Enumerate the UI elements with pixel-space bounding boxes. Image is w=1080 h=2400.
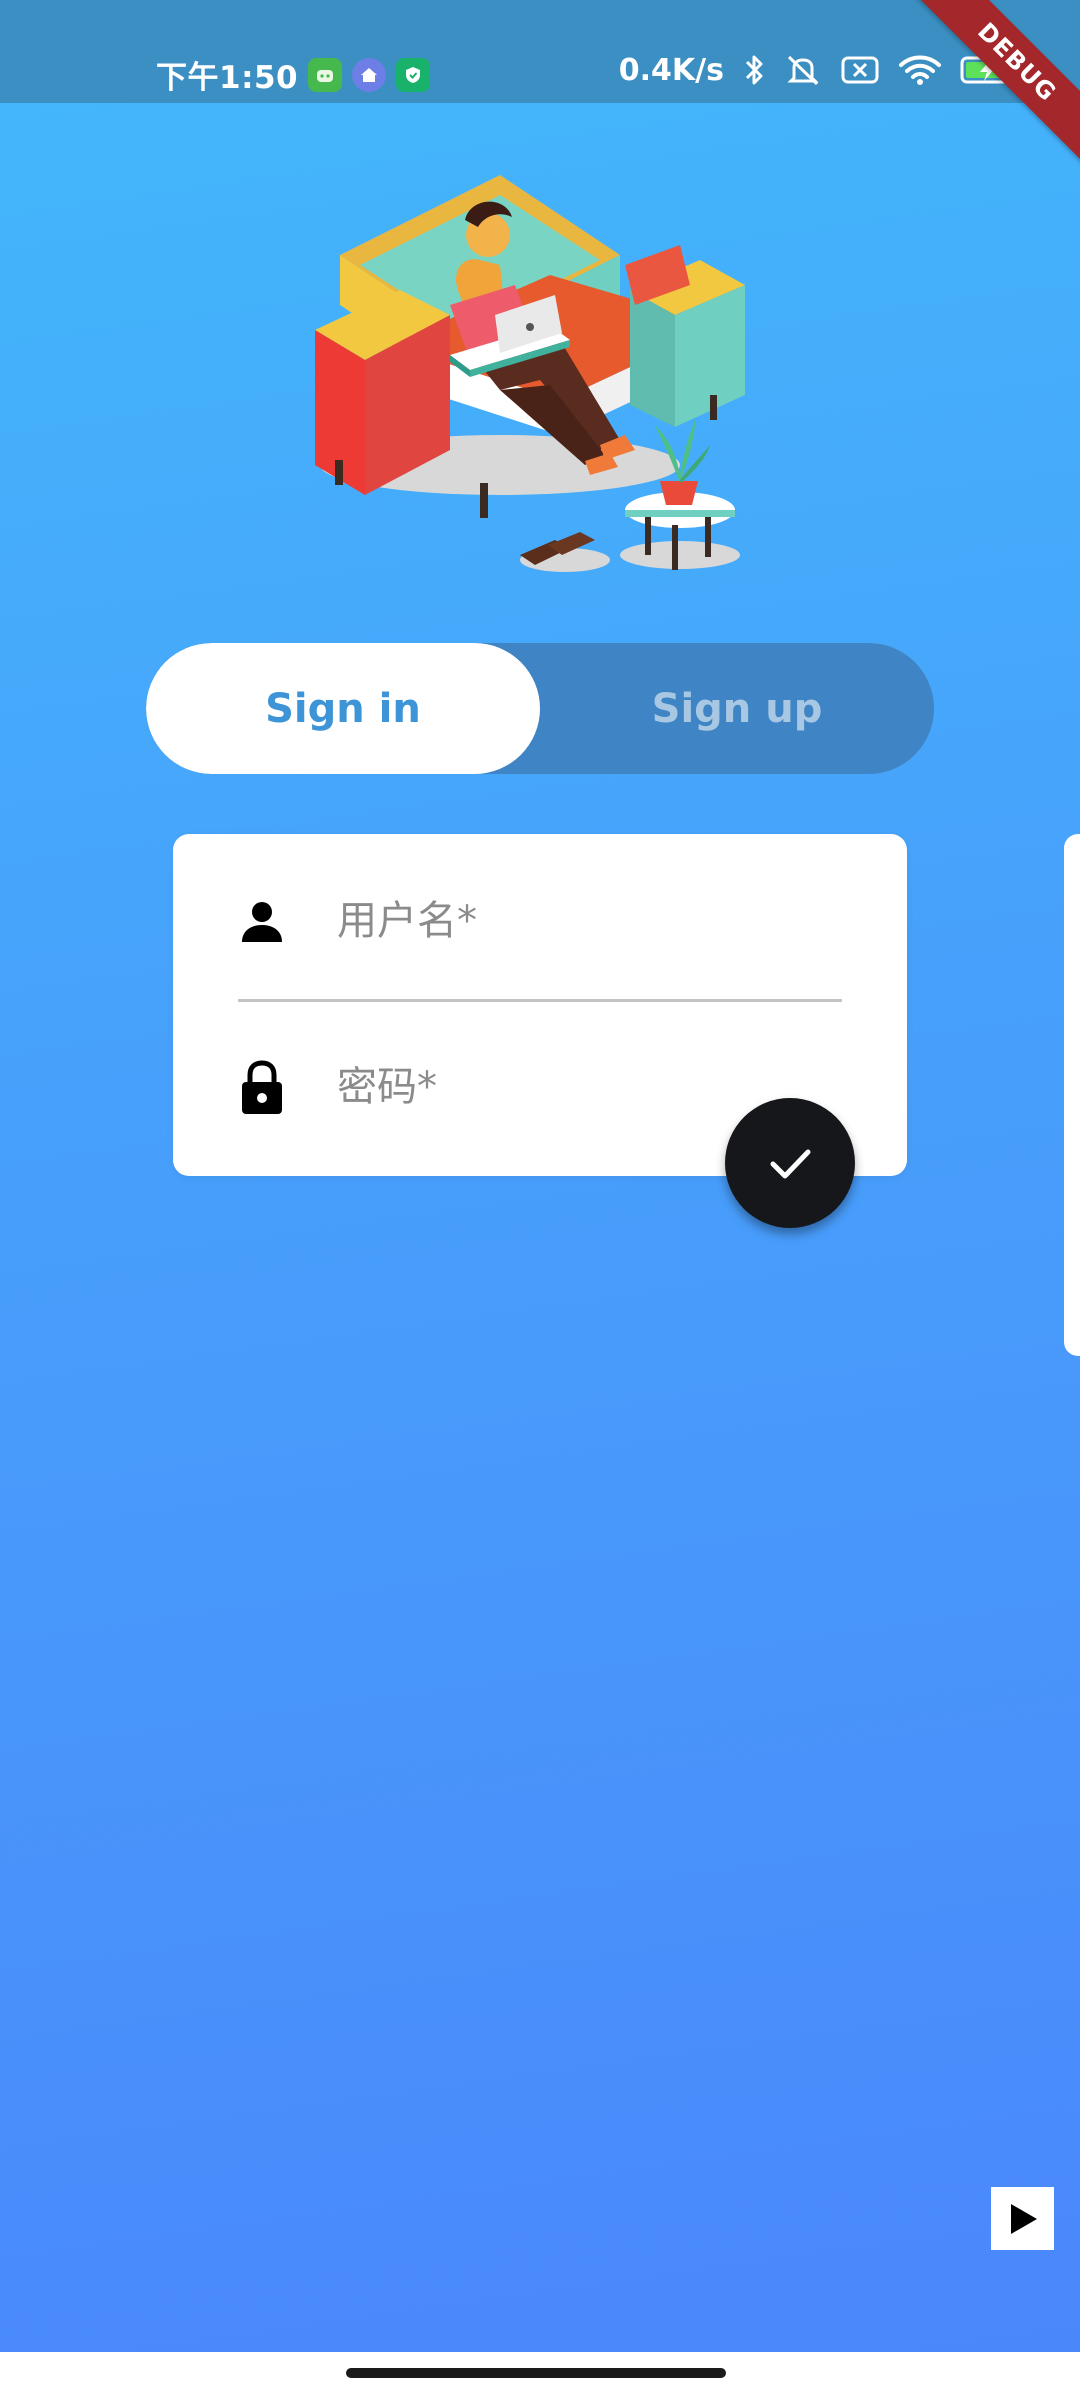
no-sim-icon — [841, 56, 879, 84]
next-page-card — [1064, 834, 1080, 1356]
mute-icon — [787, 55, 819, 86]
person-icon — [237, 893, 287, 949]
check-icon — [770, 1149, 811, 1179]
username-input[interactable] — [337, 898, 843, 944]
android-notification-icon — [308, 57, 343, 92]
field-divider — [238, 999, 842, 1002]
auth-mode-toggle: Sign up Sign in — [146, 643, 934, 774]
bluetooth-icon — [745, 55, 763, 85]
play-button[interactable] — [991, 2187, 1054, 2250]
shield-app-icon — [396, 57, 431, 92]
tab-sign-up[interactable]: Sign up — [540, 643, 934, 774]
navigation-bar — [0, 2352, 1080, 2400]
person-on-sofa-illustration — [300, 165, 780, 595]
status-bar: 下午1:50 0.4K/s DEBUG — [0, 0, 1080, 168]
username-field — [237, 866, 843, 976]
wifi-icon — [899, 55, 941, 85]
home-indicator[interactable] — [346, 2368, 726, 2378]
status-left: 下午1:50 — [156, 52, 431, 97]
status-right: 0.4K/s — [619, 52, 1020, 88]
net-speed: 0.4K/s — [618, 52, 724, 88]
status-time: 下午1:50 — [156, 60, 299, 96]
submit-button[interactable] — [725, 1098, 855, 1228]
home-app-icon — [352, 57, 387, 92]
lock-icon — [237, 1059, 287, 1115]
play-icon — [1010, 2203, 1037, 2234]
tab-sign-in[interactable]: Sign in — [146, 643, 540, 774]
